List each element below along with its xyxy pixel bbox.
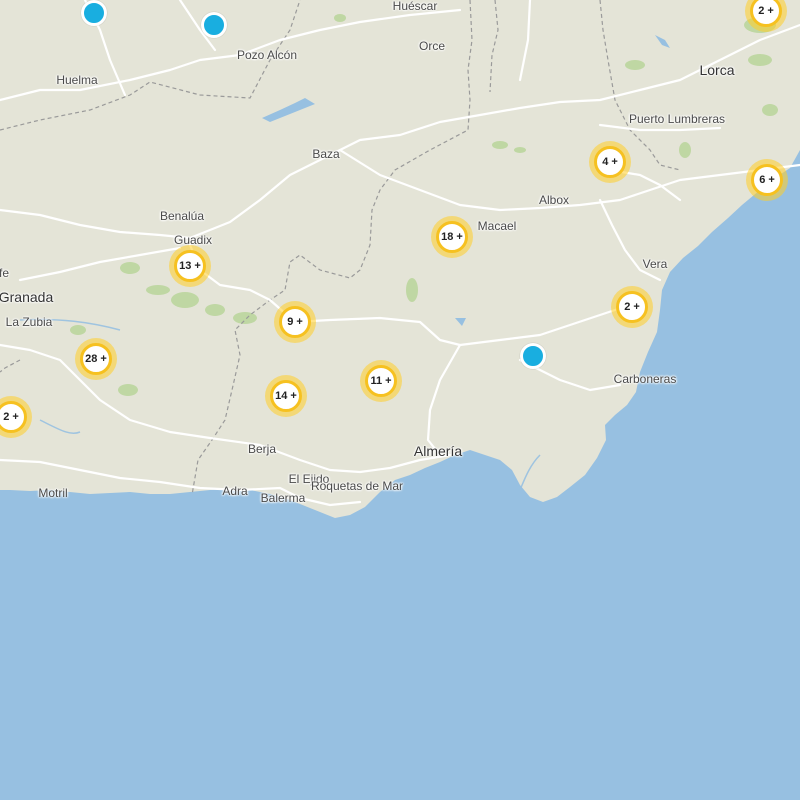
cluster-marker-tabernas[interactable]: 11 + bbox=[360, 360, 402, 402]
place-label-baza: Baza bbox=[312, 147, 340, 161]
place-label-huelma: Huelma bbox=[56, 73, 98, 87]
place-label-vera: Vera bbox=[642, 257, 668, 271]
place-label-orce: Orce bbox=[418, 39, 446, 53]
place-label-motril: Motril bbox=[38, 486, 68, 500]
cluster-count: 2 + bbox=[750, 0, 782, 27]
place-label-carboneras: Carboneras bbox=[613, 372, 677, 386]
cluster-marker-alpujarra[interactable]: 9 + bbox=[274, 301, 316, 343]
place-label-lorca: Lorca bbox=[699, 62, 735, 78]
place-label-berja: Berja bbox=[247, 442, 277, 456]
place-label-granada: Granada bbox=[0, 289, 54, 305]
cluster-marker-macael[interactable]: 18 + bbox=[431, 216, 473, 258]
cluster-count: 11 + bbox=[365, 365, 397, 397]
cluster-count: 2 + bbox=[0, 401, 27, 433]
place-label-huescar: Huéscar bbox=[392, 0, 438, 13]
cluster-marker-lorca-south[interactable]: 4 + bbox=[589, 141, 631, 183]
place-label-puerto-lumbreras: Puerto Lumbreras bbox=[628, 112, 726, 126]
cluster-count: 2 + bbox=[616, 291, 648, 323]
cluster-count: 28 + bbox=[80, 343, 112, 375]
cluster-count: 4 + bbox=[594, 146, 626, 178]
location-marker-nijar[interactable] bbox=[520, 343, 546, 369]
location-marker-north-west[interactable] bbox=[81, 0, 107, 26]
cluster-marker-granada-south[interactable]: 28 + bbox=[75, 338, 117, 380]
cluster-count: 6 + bbox=[751, 164, 783, 196]
place-label-fe: fe bbox=[0, 266, 10, 280]
place-label-albox: Albox bbox=[538, 193, 570, 207]
cluster-marker-berja[interactable]: 14 + bbox=[265, 375, 307, 417]
cluster-marker-vera[interactable]: 2 + bbox=[611, 286, 653, 328]
map-view[interactable]: Huéscar Pozo Alcón Orce Huelma Lorca Puerto L… bbox=[0, 0, 800, 800]
cluster-marker-guadix[interactable]: 13 + bbox=[169, 245, 211, 287]
place-label-benalua: Benalúa bbox=[159, 209, 205, 223]
place-label-balerma: Balerma bbox=[260, 491, 306, 505]
location-marker-pozo-alcon[interactable] bbox=[201, 12, 227, 38]
place-label-la-zubia: La Zubia bbox=[5, 315, 53, 329]
place-label-macael: Macael bbox=[477, 219, 517, 233]
place-label-pozo-alcon: Pozo Alcón bbox=[236, 48, 298, 62]
cluster-count: 9 + bbox=[279, 306, 311, 338]
cluster-count: 13 + bbox=[174, 250, 206, 282]
cluster-count: 14 + bbox=[270, 380, 302, 412]
place-label-roquetas-de-mar: Roquetas de Mar bbox=[310, 479, 404, 493]
place-label-adra: Adra bbox=[222, 484, 248, 498]
cluster-count: 18 + bbox=[436, 221, 468, 253]
cluster-marker-coast-east[interactable]: 6 + bbox=[746, 159, 788, 201]
place-label-almeria: Almería bbox=[413, 443, 463, 459]
